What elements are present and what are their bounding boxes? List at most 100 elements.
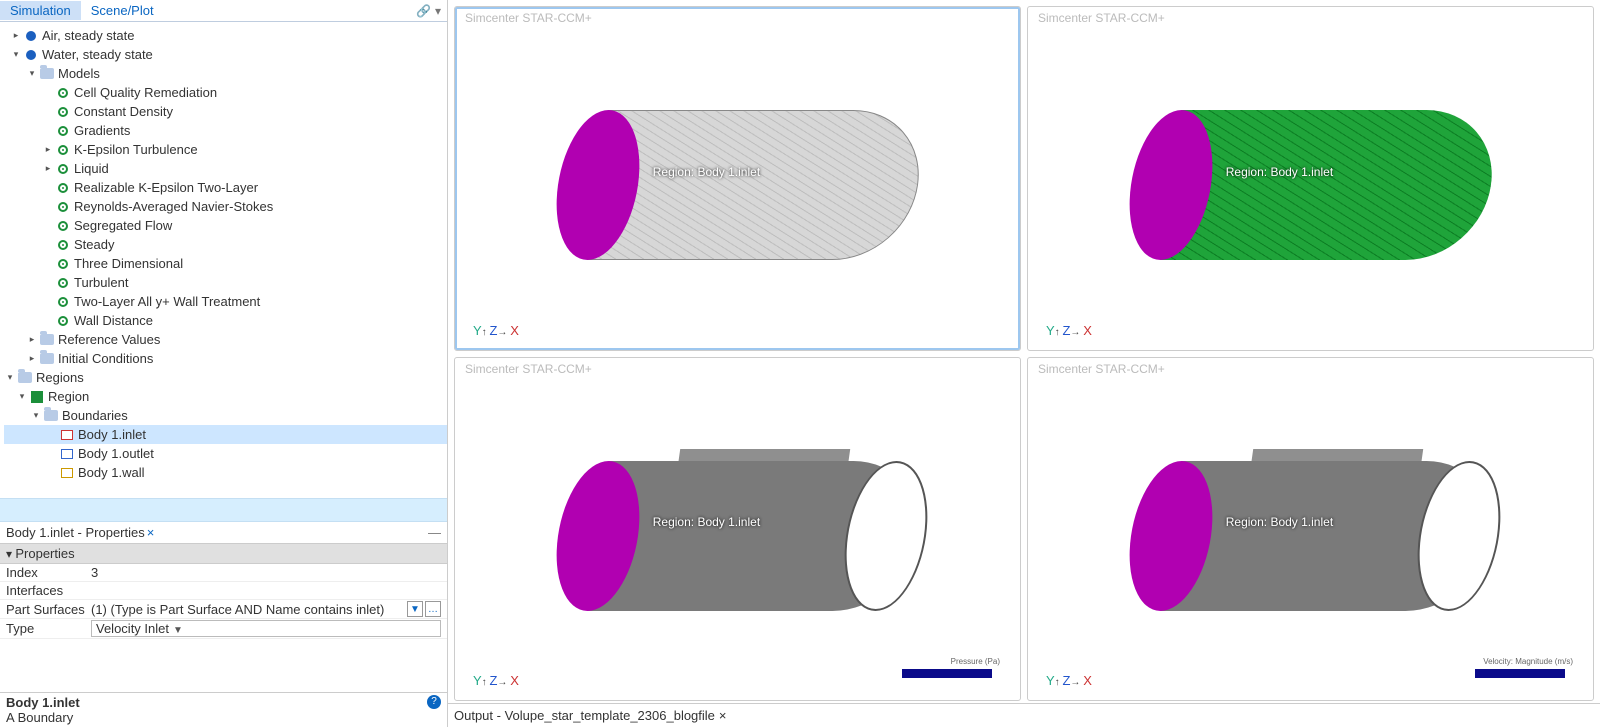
tree-label: Boundaries bbox=[62, 406, 128, 425]
tree-model-item[interactable]: ▸Constant Density bbox=[4, 102, 447, 121]
prop-label: Index bbox=[6, 565, 91, 580]
prop-value-select[interactable]: Velocity Inlet▼ bbox=[91, 620, 441, 637]
cylinder-green-mesh bbox=[1120, 110, 1501, 260]
scene-top-right[interactable]: Simcenter STAR-CCM+ Region: Body 1.inlet… bbox=[1027, 6, 1594, 351]
tree-boundaries[interactable]: ▾Boundaries bbox=[4, 406, 447, 425]
tree-label: Reference Values bbox=[58, 330, 160, 349]
tree-model-item[interactable]: ▸Turbulent bbox=[4, 273, 447, 292]
tree-label: Initial Conditions bbox=[58, 349, 153, 368]
scene-brand: Simcenter STAR-CCM+ bbox=[1038, 362, 1165, 376]
tree-model-item[interactable]: ▸Cell Quality Remediation bbox=[4, 83, 447, 102]
scene-grid: Simcenter STAR-CCM+ Region: Body 1.inlet… bbox=[448, 0, 1600, 703]
colorbar bbox=[1475, 669, 1565, 678]
tree-region[interactable]: ▾Region bbox=[4, 387, 447, 406]
model-icon bbox=[55, 161, 71, 177]
simulation-tree[interactable]: ▸ Air, steady state ▾ Water, steady stat… bbox=[0, 22, 447, 498]
dropdown-icon[interactable]: ▾ bbox=[435, 4, 441, 18]
folder-icon bbox=[39, 332, 55, 348]
scene-brand: Simcenter STAR-CCM+ bbox=[465, 362, 592, 376]
region-label: Region: Body 1.inlet bbox=[1226, 165, 1333, 179]
tree-label: Models bbox=[58, 64, 100, 83]
prop-type[interactable]: Type Velocity Inlet▼ bbox=[0, 619, 447, 639]
tree-model-item[interactable]: ▸Liquid bbox=[4, 159, 447, 178]
properties-title: Body 1.inlet - Properties bbox=[6, 525, 145, 540]
tree-label: Body 1.wall bbox=[78, 463, 144, 482]
close-icon[interactable]: × bbox=[147, 525, 155, 540]
close-icon[interactable]: × bbox=[719, 708, 727, 723]
tree-model-item[interactable]: ▸Reynolds-Averaged Navier-Stokes bbox=[4, 197, 447, 216]
tree-regions[interactable]: ▾Regions bbox=[4, 368, 447, 387]
axis-triad-icon: Y↑ Z→ X bbox=[1046, 323, 1092, 338]
tree-label: Regions bbox=[36, 368, 84, 387]
filter-icon[interactable]: ▼ bbox=[407, 601, 423, 617]
model-icon bbox=[55, 313, 71, 329]
model-icon bbox=[55, 294, 71, 310]
tree-label: K-Epsilon Turbulence bbox=[74, 140, 198, 159]
tree-initial-conditions[interactable]: ▸Initial Conditions bbox=[4, 349, 447, 368]
description-title: Body 1.inlet bbox=[6, 695, 441, 710]
description-subtitle: A Boundary bbox=[6, 710, 441, 725]
tree-label: Body 1.inlet bbox=[78, 425, 146, 444]
tree-boundary-wall[interactable]: ▸Body 1.wall bbox=[4, 463, 447, 482]
folder-icon bbox=[43, 408, 59, 424]
axis-triad-icon: Y↑ Z→ X bbox=[1046, 673, 1092, 688]
tree-label: Air, steady state bbox=[42, 26, 135, 45]
tree-label: Segregated Flow bbox=[74, 216, 172, 235]
right-panel: Simcenter STAR-CCM+ Region: Body 1.inlet… bbox=[448, 0, 1600, 727]
prop-label: Interfaces bbox=[6, 583, 91, 598]
region-label: Region: Body 1.inlet bbox=[653, 165, 760, 179]
link-icon[interactable]: 🔗 bbox=[416, 4, 431, 18]
help-icon[interactable]: ? bbox=[427, 695, 441, 709]
tree-label: Constant Density bbox=[74, 102, 173, 121]
tree-model-item[interactable]: ▸K-Epsilon Turbulence bbox=[4, 140, 447, 159]
cylinder-solid bbox=[1120, 461, 1501, 611]
model-icon bbox=[55, 199, 71, 215]
tree-model-item[interactable]: ▸Two-Layer All y+ Wall Treatment bbox=[4, 292, 447, 311]
output-tab[interactable]: Output - Volupe_star_template_2306_blogf… bbox=[454, 708, 715, 723]
left-panel: Simulation Scene/Plot 🔗 ▾ ▸ Air, steady … bbox=[0, 0, 448, 727]
prop-part-surfaces[interactable]: Part Surfaces (1) (Type is Part Surface … bbox=[0, 600, 447, 619]
tree-label: Liquid bbox=[74, 159, 109, 178]
tree-tabs: Simulation Scene/Plot 🔗 ▾ bbox=[0, 0, 447, 22]
axis-triad-icon: Y↑ Z→ X bbox=[473, 323, 519, 338]
tree-model-item[interactable]: ▸Realizable K-Epsilon Two-Layer bbox=[4, 178, 447, 197]
scene-bottom-right[interactable]: Simcenter STAR-CCM+ Region: Body 1.inlet… bbox=[1027, 357, 1594, 702]
tree-model-item[interactable]: ▸Wall Distance bbox=[4, 311, 447, 330]
prop-value: (1) (Type is Part Surface AND Name conta… bbox=[91, 602, 405, 617]
tree-model-item[interactable]: ▸Segregated Flow bbox=[4, 216, 447, 235]
tree-boundary-inlet[interactable]: ▸Body 1.inlet bbox=[4, 425, 447, 444]
region-icon bbox=[29, 389, 45, 405]
panel-spacer bbox=[0, 498, 447, 522]
minimize-icon[interactable]: — bbox=[428, 525, 441, 540]
properties-section[interactable]: ▾ Properties bbox=[0, 544, 447, 564]
tree-reference-values[interactable]: ▸Reference Values bbox=[4, 330, 447, 349]
tree-label: Three Dimensional bbox=[74, 254, 183, 273]
tree-model-item[interactable]: ▸Steady bbox=[4, 235, 447, 254]
tree-model-item[interactable]: ▸Gradients bbox=[4, 121, 447, 140]
sphere-icon bbox=[23, 47, 39, 63]
scene-brand: Simcenter STAR-CCM+ bbox=[465, 11, 592, 25]
prop-label: Part Surfaces bbox=[6, 602, 91, 617]
tree-model-item[interactable]: ▸Three Dimensional bbox=[4, 254, 447, 273]
tree-continuum-water[interactable]: ▾ Water, steady state bbox=[4, 45, 447, 64]
tab-scene-plot[interactable]: Scene/Plot bbox=[81, 1, 164, 20]
colorbar-label: Pressure (Pa) bbox=[951, 657, 1000, 666]
tab-simulation[interactable]: Simulation bbox=[0, 1, 81, 20]
tree-continuum-air[interactable]: ▸ Air, steady state bbox=[4, 26, 447, 45]
boundary-icon bbox=[59, 427, 75, 443]
tree-label: Water, steady state bbox=[42, 45, 153, 64]
tree-label: Region bbox=[48, 387, 89, 406]
model-icon bbox=[55, 256, 71, 272]
scene-bottom-left[interactable]: Simcenter STAR-CCM+ Region: Body 1.inlet… bbox=[454, 357, 1021, 702]
prop-interfaces: Interfaces bbox=[0, 582, 447, 600]
edit-icon[interactable]: … bbox=[425, 601, 441, 617]
folder-icon bbox=[39, 66, 55, 82]
boundary-icon bbox=[59, 446, 75, 462]
tree-boundary-outlet[interactable]: ▸Body 1.outlet bbox=[4, 444, 447, 463]
tree-models[interactable]: ▾ Models bbox=[4, 64, 447, 83]
model-icon bbox=[55, 275, 71, 291]
region-label: Region: Body 1.inlet bbox=[653, 515, 760, 529]
scene-top-left[interactable]: Simcenter STAR-CCM+ Region: Body 1.inlet… bbox=[454, 6, 1021, 351]
tree-label: Turbulent bbox=[74, 273, 128, 292]
chevron-down-icon: ▼ bbox=[173, 625, 183, 636]
